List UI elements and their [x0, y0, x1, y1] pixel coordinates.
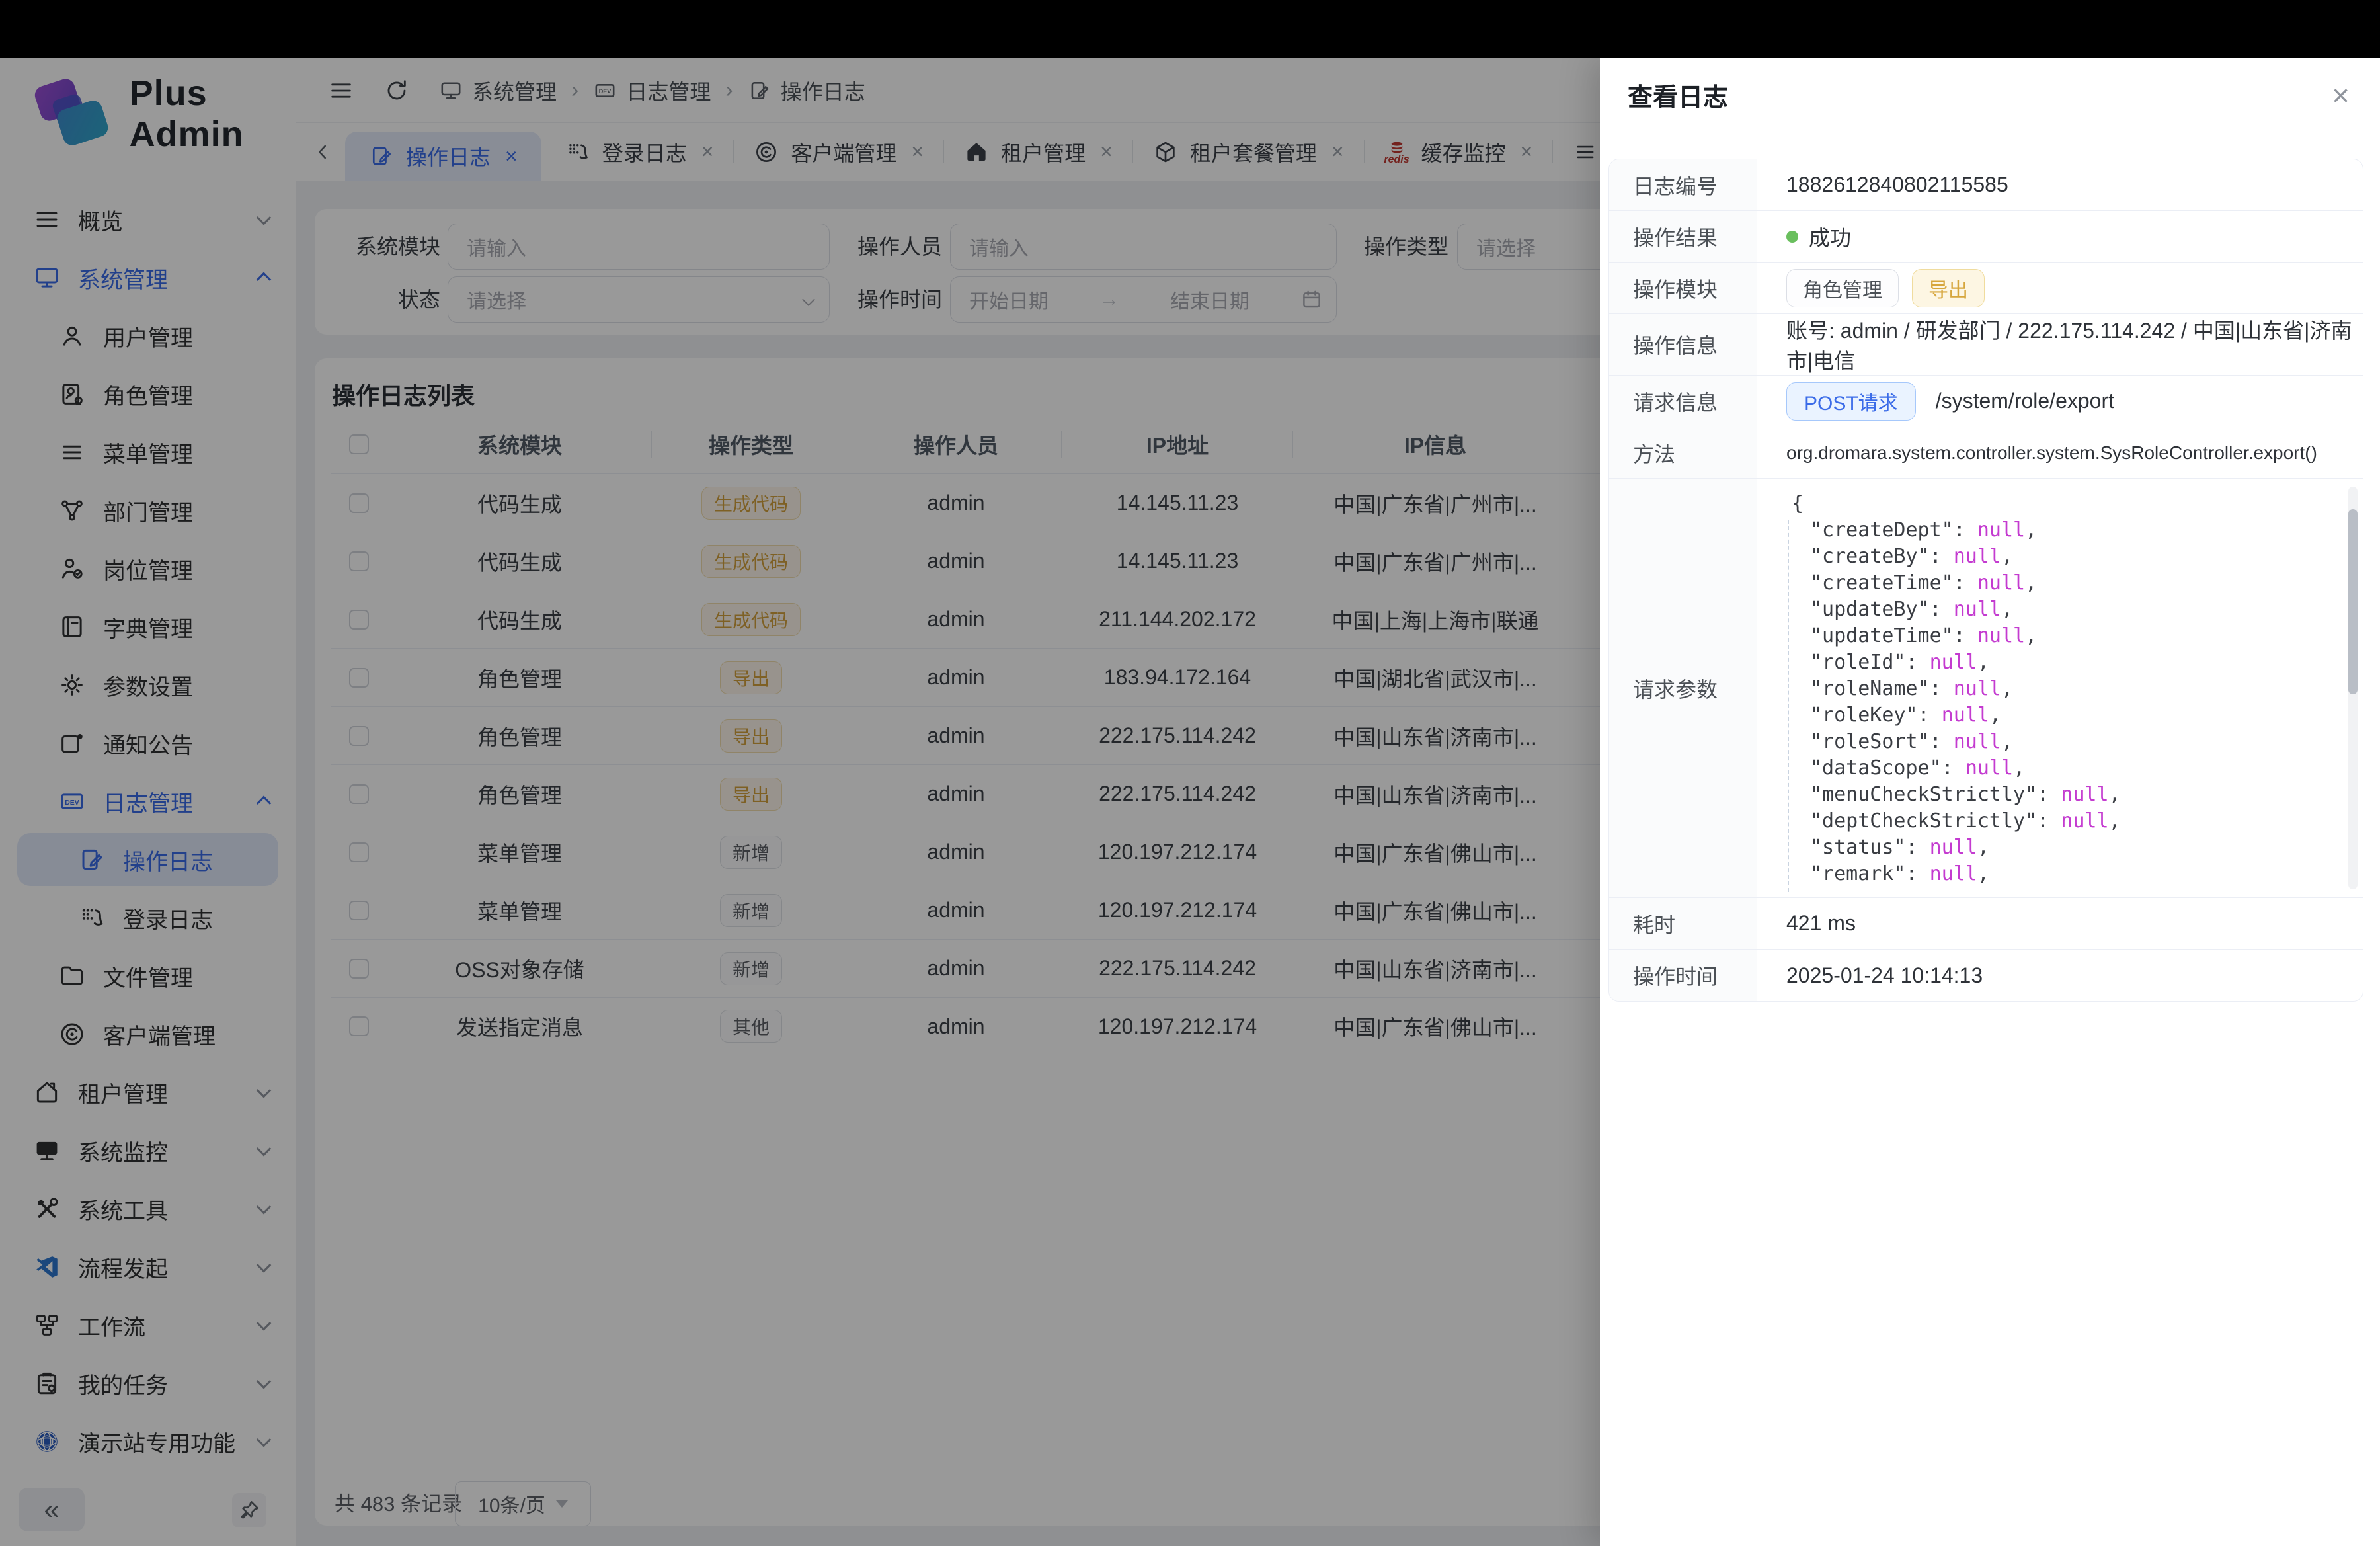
field-label: 操作结果 [1609, 211, 1757, 262]
top-black-bar [0, 0, 2380, 58]
json-line: "updateBy": null, [1792, 596, 2323, 623]
drawer-header: 查看日志 × [1600, 58, 2380, 132]
detail-field-row: 请求参数 {"createDept": null,"createBy": nul… [1609, 479, 2363, 898]
request-params-json[interactable]: {"createDept": null,"createBy": null,"cr… [1757, 479, 2363, 897]
screenshot-root: Plus Admin 概览系统管理用户管理角色管理菜单管理部门管理岗位管理字典管… [0, 0, 2380, 1546]
field-label: 日志编号 [1609, 159, 1757, 210]
json-line: "remark": null, [1792, 861, 2323, 887]
module-tag: 角色管理 [1786, 269, 1899, 307]
json-line: "roleSort": null, [1792, 729, 2323, 755]
json-line: "menuCheckStrictly": null, [1792, 782, 2323, 808]
field-value: 2025-01-24 10:14:13 [1786, 963, 1983, 988]
field-label: 操作时间 [1609, 950, 1757, 1001]
field-value: 账号: admin / 研发部门 / 222.175.114.242 / 中国|… [1786, 314, 2363, 375]
detail-field-row: 耗时 421 ms [1609, 898, 2363, 950]
indent-guide [1788, 520, 1789, 892]
log-detail-drawer: 查看日志 × 日志编号 1882612840802115585 操作结果 成功 … [1600, 58, 2380, 1546]
json-line: "createDept": null, [1792, 517, 2323, 544]
post-request-badge: POST请求 [1786, 382, 1916, 421]
json-line: "roleName": null, [1792, 676, 2323, 702]
json-line: "updateTime": null, [1792, 623, 2323, 649]
field-value: org.dromara.system.controller.system.Sys… [1786, 442, 2317, 464]
field-label: 耗时 [1609, 898, 1757, 949]
detail-field-row: 操作结果 成功 [1609, 211, 2363, 263]
json-line: "dataScope": null, [1792, 755, 2323, 782]
field-label: 请求信息 [1609, 376, 1757, 427]
json-line: "deptCheckStrictly": null, [1792, 808, 2323, 834]
json-line: "createTime": null, [1792, 570, 2323, 596]
json-line: "roleId": null, [1792, 649, 2323, 676]
field-label: 请求参数 [1609, 479, 1757, 897]
log-detail-fields: 日志编号 1882612840802115585 操作结果 成功 操作模块 角色… [1608, 159, 2363, 1002]
close-icon[interactable]: × [2332, 58, 2350, 132]
scrollbar-thumb[interactable] [2348, 509, 2358, 694]
detail-field-row: 方法 org.dromara.system.controller.system.… [1609, 427, 2363, 479]
detail-field-row: 操作时间 2025-01-24 10:14:13 [1609, 950, 2363, 1001]
field-value: 1882612840802115585 [1786, 173, 2008, 197]
detail-field-row: 操作模块 角色管理导出 [1609, 263, 2363, 314]
detail-field-row: 操作信息 账号: admin / 研发部门 / 222.175.114.242 … [1609, 314, 2363, 376]
field-value: 421 ms [1786, 911, 1856, 936]
json-line: "status": null, [1792, 834, 2323, 861]
detail-field-row: 日志编号 1882612840802115585 [1609, 159, 2363, 211]
json-line: "createBy": null, [1792, 544, 2323, 570]
json-line: "roleKey": null, [1792, 702, 2323, 729]
field-value: 成功 [1809, 222, 1851, 252]
detail-field-row: 请求信息 POST请求/system/role/export [1609, 376, 2363, 427]
field-label: 操作信息 [1609, 314, 1757, 375]
success-dot-icon [1786, 231, 1798, 243]
request-path: /system/role/export [1936, 389, 2114, 413]
field-label: 操作模块 [1609, 263, 1757, 313]
module-tag: 导出 [1912, 269, 1985, 307]
drawer-title: 查看日志 [1628, 77, 1728, 113]
field-label: 方法 [1609, 427, 1757, 478]
